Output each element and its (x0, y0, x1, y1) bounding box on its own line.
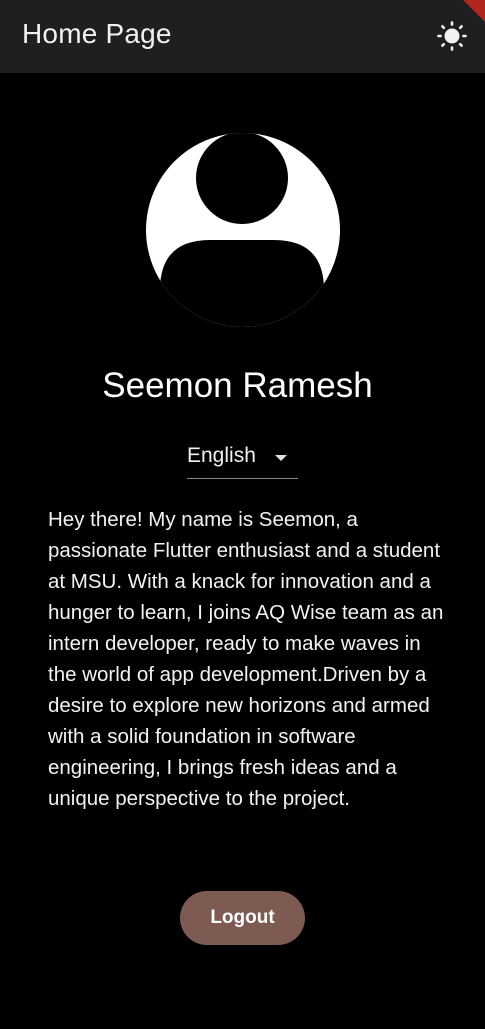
sun-icon (437, 21, 467, 51)
logout-button[interactable]: Logout (180, 891, 305, 945)
profile-name: Seemon Ramesh (102, 366, 373, 405)
theme-toggle-button[interactable] (434, 18, 470, 54)
language-selected-value: English (187, 444, 256, 467)
debug-banner (463, 0, 485, 22)
avatar (146, 133, 340, 327)
language-dropdown[interactable]: English (187, 440, 298, 479)
home-screen: Home Page Seemon Ramesh English Hey ther… (0, 0, 485, 1029)
page-title: Home Page (22, 18, 172, 49)
bio-text: Hey there! My name is Seemon, a passiona… (48, 508, 444, 810)
caret-down-icon (275, 455, 287, 461)
person-icon (146, 133, 340, 327)
app-bar: Home Page (0, 0, 485, 73)
